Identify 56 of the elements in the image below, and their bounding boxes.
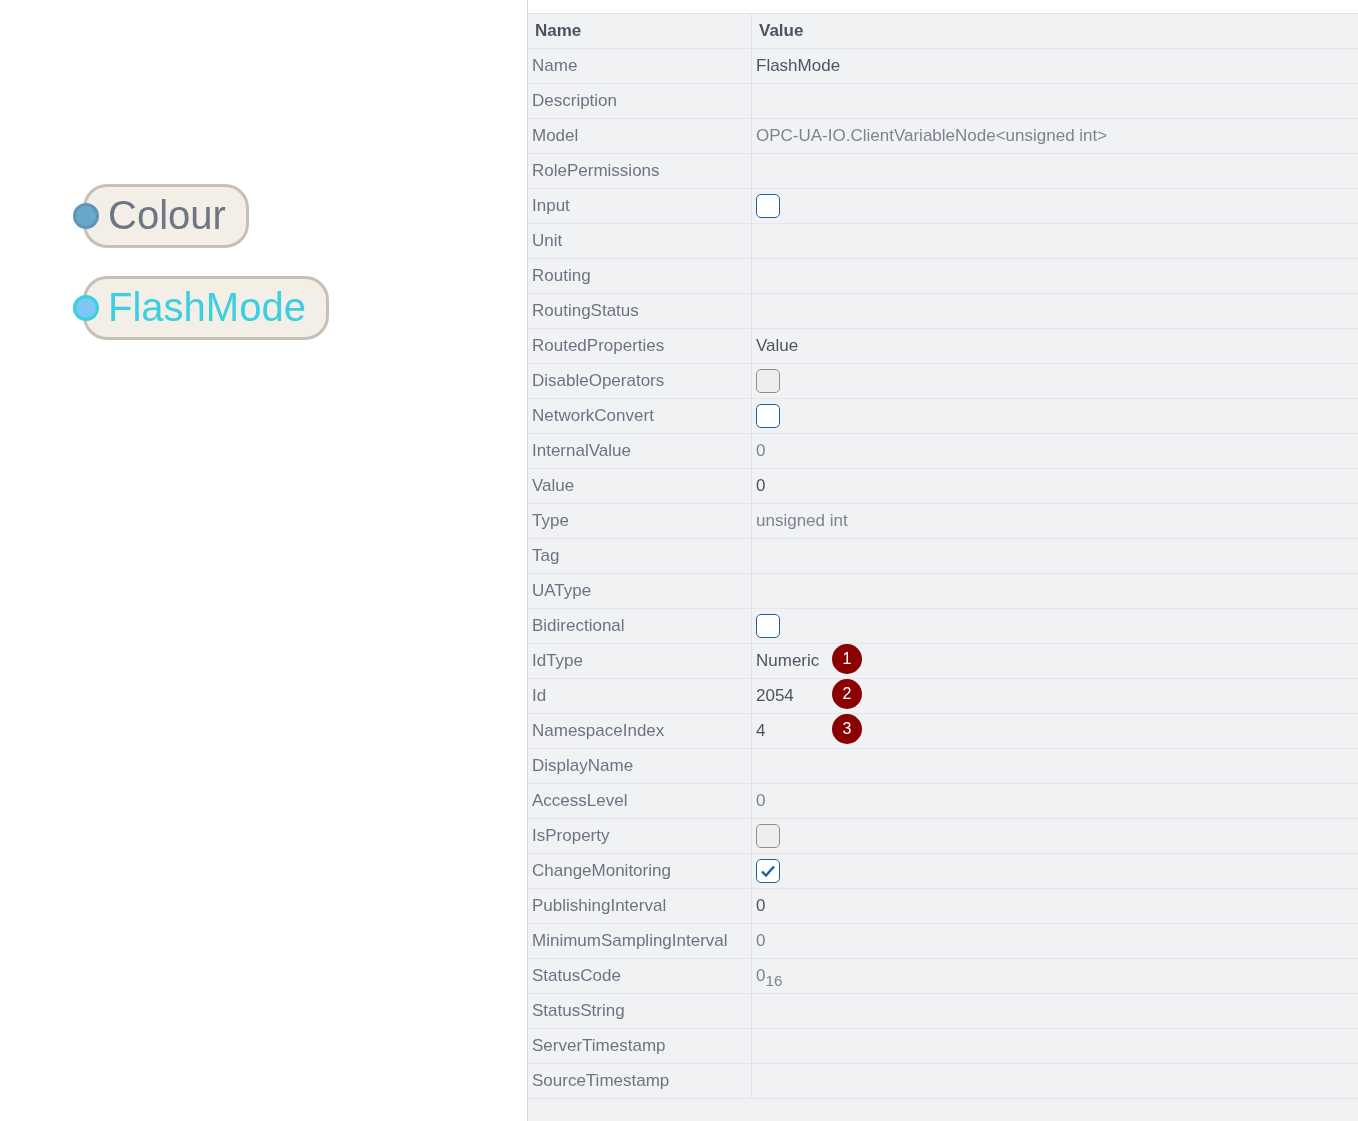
property-value: Numeric (756, 651, 820, 671)
property-name: Name (532, 56, 578, 76)
property-name: Type (532, 511, 569, 531)
property-name: AccessLevel (532, 791, 628, 811)
property-value: 0 (756, 896, 766, 916)
checkbox[interactable] (756, 194, 780, 218)
property-name: Unit (532, 231, 563, 251)
number-badge: 1 (832, 644, 862, 674)
property-name: DisableOperators (532, 371, 665, 391)
property-name: IdType (532, 651, 584, 671)
property-name: NetworkConvert (532, 406, 654, 426)
checkbox[interactable] (756, 859, 780, 883)
property-name: Input (532, 196, 570, 216)
property-name: RoutingStatus (532, 301, 639, 321)
property-name: UAType (532, 581, 592, 601)
property-value: 0 (756, 791, 766, 811)
property-name: StatusCode (532, 966, 621, 986)
property-name: Value (532, 476, 575, 496)
property-name: Routing (532, 266, 591, 286)
property-name: Tag (532, 546, 560, 566)
property-value: FlashMode (756, 56, 841, 76)
column-header: Name (535, 21, 582, 41)
property-name: Description (532, 91, 618, 111)
property-value: 0$_{16}$ (756, 966, 783, 986)
port-dot[interactable] (73, 295, 99, 321)
property-name: SourceTimestamp (532, 1071, 670, 1091)
property-value: 2054 (756, 686, 794, 706)
property-name: ServerTimestamp (532, 1036, 666, 1056)
property-name: RoutedProperties (532, 336, 665, 356)
property-name: Id (532, 686, 547, 706)
property-name: StatusString (532, 1001, 625, 1021)
property-value: 0 (756, 931, 766, 951)
property-value: unsigned int (756, 511, 848, 531)
property-name: PublishingInterval (532, 896, 667, 916)
property-value: Value (756, 336, 799, 356)
property-value: 0 (756, 476, 766, 496)
property-name: IsProperty (532, 826, 610, 846)
property-name: Bidirectional (532, 616, 625, 636)
variable-node[interactable]: Colour (83, 184, 249, 248)
port-dot[interactable] (73, 203, 99, 229)
property-value: 0 (756, 441, 766, 461)
property-value: OPC-UA-IO.ClientVariableNode<unsigned int> (756, 126, 1108, 146)
checkmark-icon (760, 864, 776, 878)
property-name: Model (532, 126, 579, 146)
column-header: Value (759, 21, 804, 41)
number-badge: 3 (832, 714, 862, 744)
property-name: MinimumSamplingInterval (532, 931, 728, 951)
property-name: NamespaceIndex (532, 721, 665, 741)
checkbox[interactable] (756, 404, 780, 428)
property-name: DisplayName (532, 756, 634, 776)
property-name: ChangeMonitoring (532, 861, 671, 881)
property-name: RolePermissions (532, 161, 660, 181)
property-value: 4 (756, 721, 766, 741)
property-name: InternalValue (532, 441, 631, 461)
checkbox[interactable] (756, 614, 780, 638)
number-badge: 2 (832, 679, 862, 709)
